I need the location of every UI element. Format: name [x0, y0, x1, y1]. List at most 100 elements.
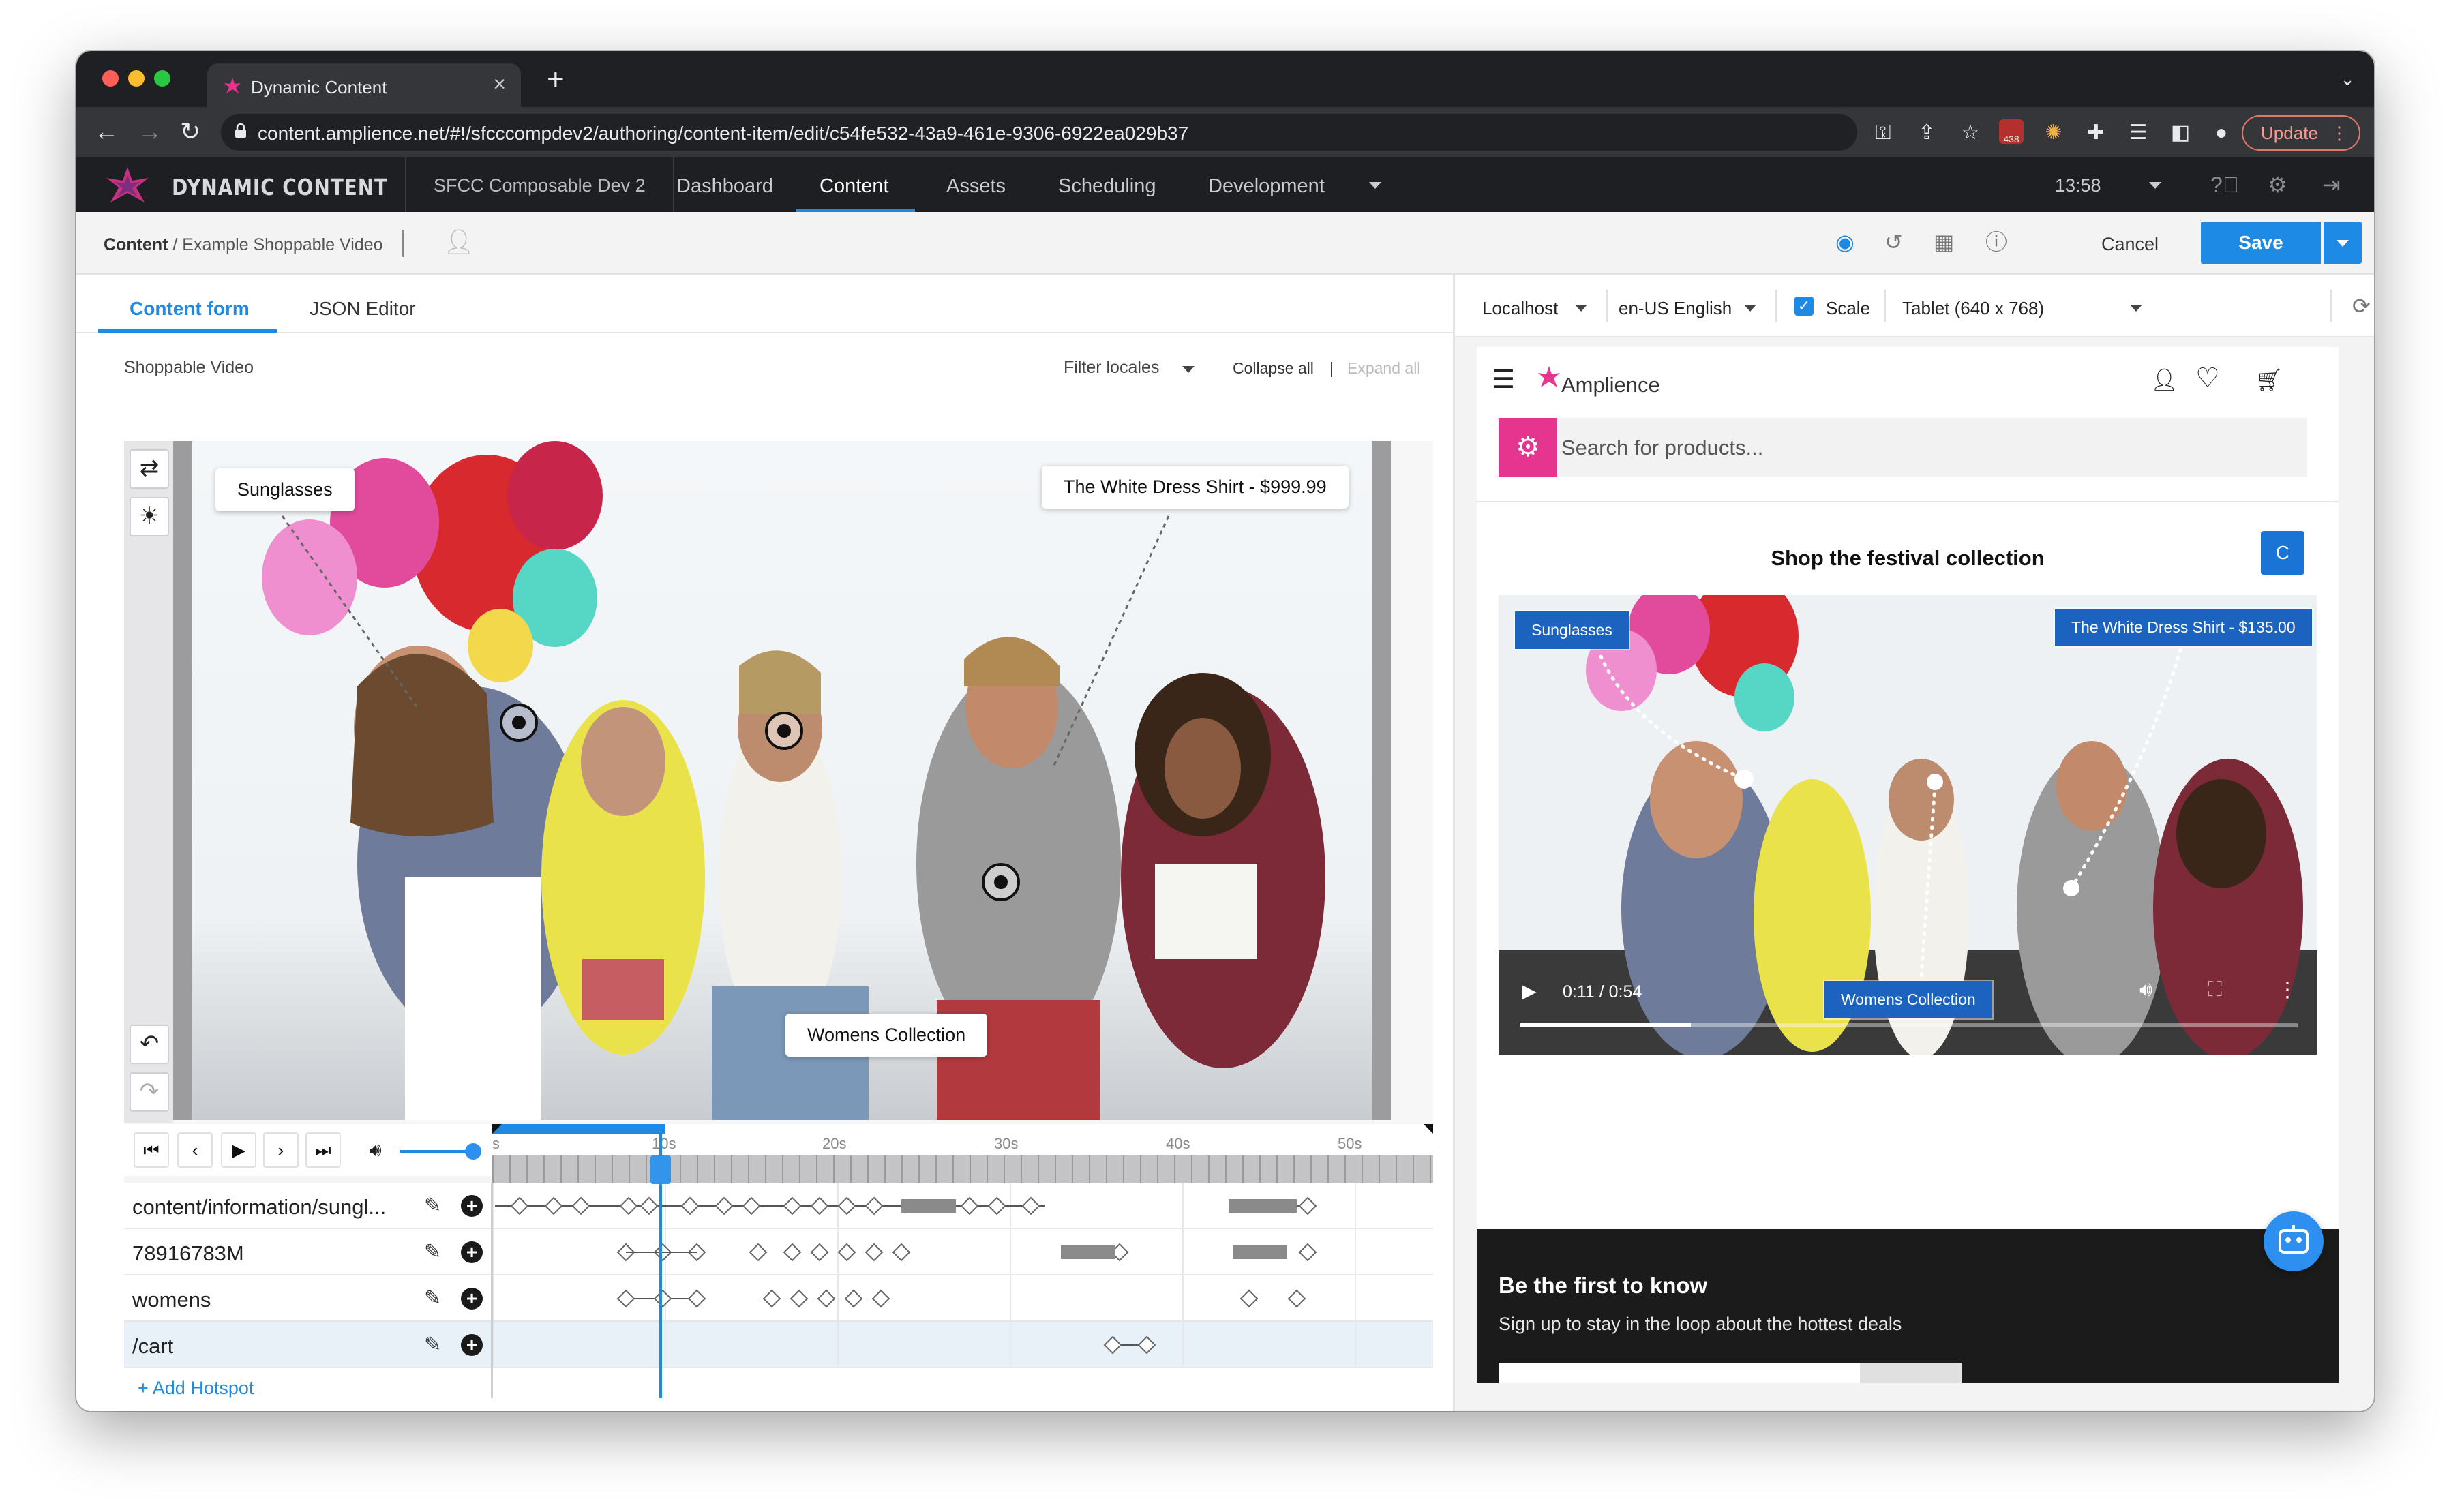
keyframes[interactable]	[492, 1183, 1433, 1229]
scale-checkbox[interactable]: ✓	[1794, 297, 1814, 316]
tab-search-chevron-icon[interactable]: ⌄	[2340, 69, 2355, 90]
preview-more-icon[interactable]: ⋮	[2277, 978, 2298, 1002]
cancel-button[interactable]: Cancel	[2101, 234, 2159, 255]
keyframes[interactable]	[492, 1322, 1433, 1368]
step-back-icon[interactable]: ‹	[177, 1132, 213, 1168]
pencil-edit-icon[interactable]: ✎	[424, 1240, 441, 1264]
video-label-shirt[interactable]: The White Dress Shirt - $999.99	[1042, 466, 1349, 509]
skip-to-start-icon[interactable]: ⏮	[134, 1132, 169, 1168]
logout-icon[interactable]: ⇥	[2322, 172, 2341, 197]
side-panel-icon[interactable]: ◧	[2167, 119, 2194, 147]
nav-content[interactable]: Content	[796, 157, 915, 212]
preview-label-womens[interactable]: Womens Collection	[1824, 981, 1992, 1018]
volume-slider-thumb[interactable]	[465, 1143, 481, 1160]
email-field[interactable]	[1499, 1363, 1860, 1383]
help-icon[interactable]: ?⃝	[2210, 172, 2239, 197]
track-lane[interactable]	[492, 1229, 1433, 1275]
wishlist-heart-icon[interactable]: ♡	[2195, 365, 2220, 392]
account-icon[interactable]: 👤︎	[2150, 367, 2178, 392]
timeline-ruler[interactable]: s 10s 20s 30s 40s 50s	[492, 1124, 1433, 1184]
tab-close-icon[interactable]: ×	[493, 73, 506, 95]
nav-assets[interactable]: Assets	[946, 157, 1006, 212]
bookmark-star-icon[interactable]: ☆	[1957, 119, 1984, 147]
tab-content-form[interactable]: Content form	[130, 298, 250, 320]
track-lane[interactable]	[492, 1183, 1433, 1229]
zoom-window-button[interactable]	[154, 70, 170, 87]
playhead-handle[interactable]	[650, 1155, 671, 1184]
redo-icon[interactable]: ↷	[130, 1072, 169, 1112]
eye-preview-icon[interactable]: ◉	[1835, 230, 1854, 254]
keyframes[interactable]	[492, 1275, 1433, 1322]
signup-button[interactable]	[1860, 1363, 1962, 1383]
save-button[interactable]: Save	[2201, 222, 2321, 264]
skip-to-end-icon[interactable]: ⏭	[305, 1132, 341, 1168]
keyframes[interactable]	[492, 1229, 1433, 1275]
user-avatar-icon[interactable]: 👤︎	[443, 230, 475, 254]
play-icon[interactable]: ▶	[221, 1132, 256, 1168]
product-search-bar[interactable]: ⚙ Search for products...	[1499, 418, 2307, 477]
profile-icon[interactable]: ●	[2208, 119, 2235, 147]
volume-icon[interactable]: 🔊︎	[370, 1139, 382, 1162]
video-label-womens[interactable]: Womens Collection	[785, 1014, 988, 1057]
filter-locales-dropdown[interactable]: Filter locales	[1064, 358, 1159, 378]
locale-select[interactable]: en-US English	[1619, 298, 1732, 319]
hamburger-menu-icon[interactable]: ☰	[1492, 367, 1515, 393]
puzzle-extensions-icon[interactable]: ✚	[2082, 119, 2109, 147]
track-row[interactable]: content/information/sungl... ✎ +	[124, 1183, 1433, 1229]
key-icon[interactable]: ⚿	[1869, 119, 1897, 147]
hub-selector[interactable]: SFCC Composable Dev 2	[405, 157, 674, 212]
fullscreen-icon[interactable]: ⛶	[2208, 978, 2222, 1001]
back-arrow-icon[interactable]: ←	[94, 117, 119, 147]
chatbot-icon[interactable]	[2264, 1211, 2324, 1271]
track-lane[interactable]	[492, 1275, 1433, 1322]
server-select[interactable]: Localhost	[1482, 298, 1558, 319]
search-settings-icon[interactable]: ⚙	[1499, 418, 1557, 477]
minimize-window-button[interactable]	[128, 70, 145, 87]
update-button[interactable]: Update ⋮	[2242, 115, 2360, 151]
cart-icon[interactable]: 🛒︎	[2255, 367, 2283, 392]
reading-list-icon[interactable]: ☰	[2124, 119, 2152, 147]
add-keyframe-icon[interactable]: +	[461, 1241, 483, 1263]
track-row-selected[interactable]: /cart ✎ +	[124, 1322, 1433, 1368]
preview-label-sunglasses[interactable]: Sunglasses	[1515, 611, 1629, 649]
info-icon[interactable]: ⓘ	[1985, 230, 2007, 254]
c-badge-button[interactable]: C	[2261, 531, 2304, 575]
rotate-device-icon[interactable]: ⟳	[2352, 294, 2371, 318]
preview-label-shirt[interactable]: The White Dress Shirt - $135.00	[2055, 609, 2312, 646]
preview-frame[interactable]: ☰ Amplience 👤︎ ♡ 🛒︎ ⚙ Search for product…	[1477, 347, 2339, 1383]
add-keyframe-icon[interactable]: +	[461, 1288, 483, 1310]
add-keyframe-icon[interactable]: +	[461, 1195, 483, 1217]
track-row[interactable]: 78916783M ✎ +	[124, 1229, 1433, 1275]
undo-icon[interactable]: ↶	[130, 1025, 169, 1064]
close-window-button[interactable]	[102, 70, 119, 87]
tab-json-editor[interactable]: JSON Editor	[310, 298, 416, 320]
clock-dropdown-icon[interactable]	[2149, 182, 2161, 189]
forward-arrow-icon[interactable]: →	[138, 117, 162, 147]
calendar-icon[interactable]: ▦	[1934, 230, 1954, 254]
breadcrumb-root[interactable]: Content	[104, 235, 168, 254]
nav-dashboard[interactable]: Dashboard	[676, 157, 773, 212]
pencil-edit-icon[interactable]: ✎	[424, 1333, 441, 1357]
collapse-all-link[interactable]: Collapse all	[1233, 359, 1314, 378]
video-label-sunglasses[interactable]: Sunglasses	[215, 468, 355, 511]
address-bar[interactable]: content.amplience.net/#!/sfcccompdev2/au…	[221, 114, 1857, 151]
save-dropdown-button[interactable]	[2324, 222, 2362, 264]
nav-scheduling[interactable]: Scheduling	[1058, 157, 1156, 212]
nav-more-chevron-icon[interactable]	[1369, 182, 1381, 189]
swap-arrows-icon[interactable]: ⇄	[130, 449, 169, 489]
pencil-edit-icon[interactable]: ✎	[424, 1286, 441, 1310]
volume-slider[interactable]	[400, 1150, 475, 1153]
history-icon[interactable]: ↺	[1884, 230, 1903, 254]
share-icon[interactable]: ⇪	[1913, 119, 1940, 147]
track-row[interactable]: womens ✎ +	[124, 1275, 1433, 1322]
preview-video[interactable]: Sunglasses The White Dress Shirt - $135.…	[1499, 595, 2317, 1055]
pencil-edit-icon[interactable]: ✎	[424, 1194, 441, 1218]
new-tab-icon[interactable]: +	[547, 65, 565, 95]
track-lane[interactable]	[492, 1322, 1433, 1368]
step-forward-icon[interactable]: ›	[263, 1132, 299, 1168]
expand-all-link[interactable]: Expand all	[1347, 359, 1420, 378]
video-frame[interactable]: Sunglasses The White Dress Shirt - $999.…	[173, 441, 1391, 1120]
brightness-sun-icon[interactable]: ☀	[130, 497, 169, 536]
preview-play-icon[interactable]: ▶	[1522, 980, 1537, 1002]
add-hotspot-link[interactable]: + Add Hotspot	[138, 1378, 254, 1399]
